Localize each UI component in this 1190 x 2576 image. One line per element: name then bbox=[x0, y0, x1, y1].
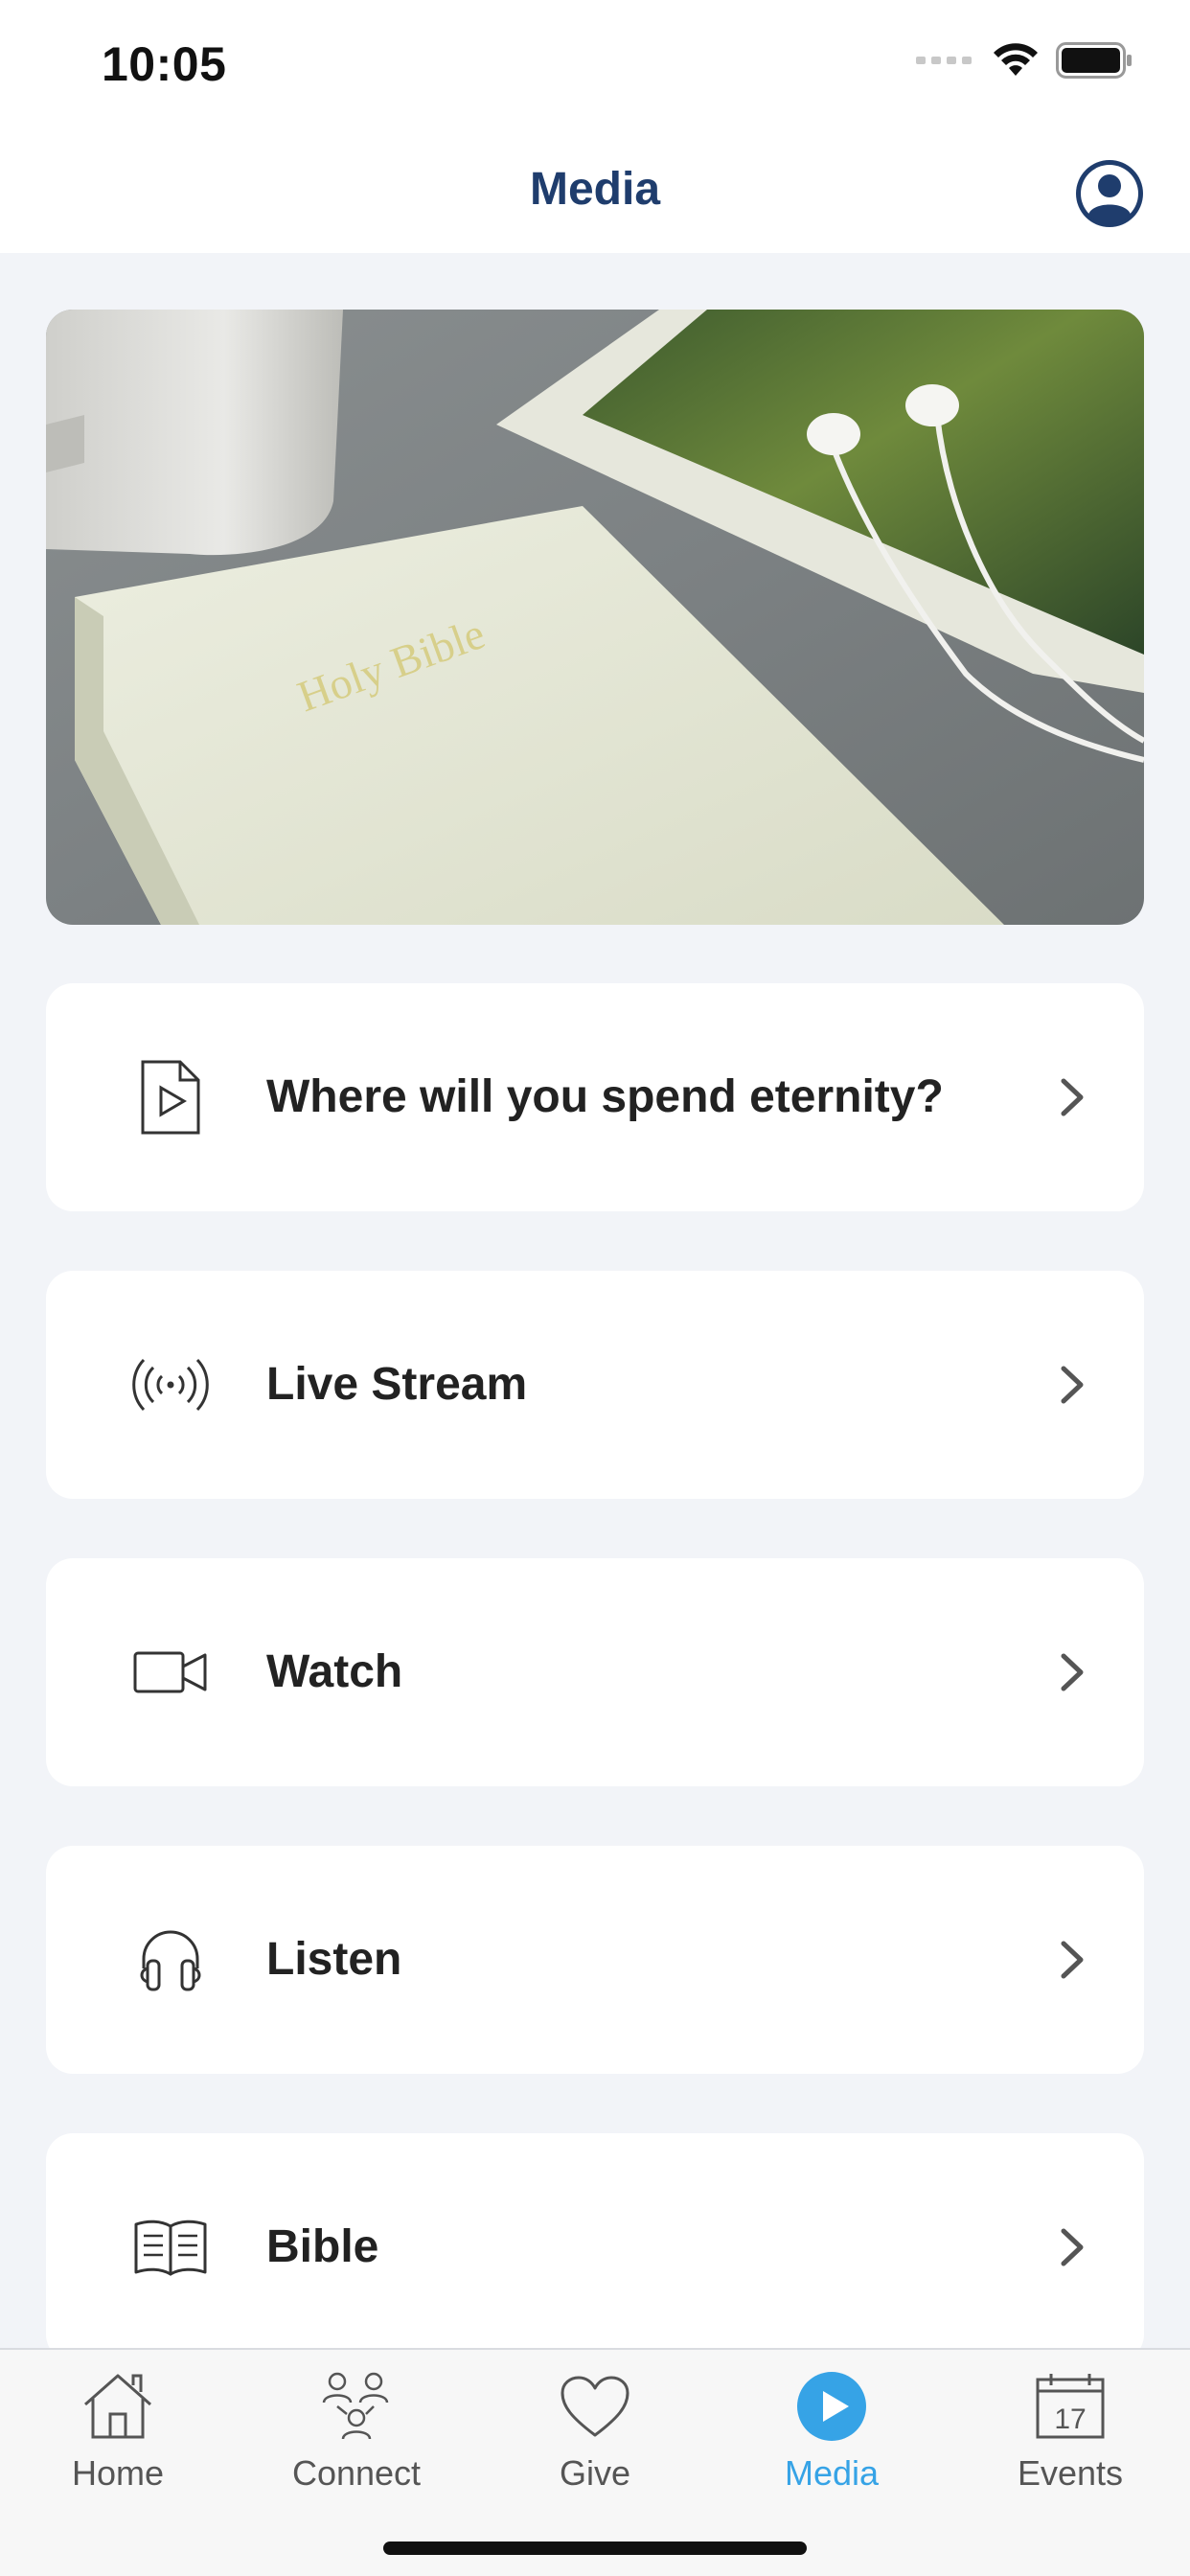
tab-label: Media bbox=[784, 2453, 880, 2493]
chevron-right-icon bbox=[1048, 1936, 1096, 1984]
chevron-right-icon bbox=[1048, 1648, 1096, 1696]
headphones-icon bbox=[123, 1912, 218, 2008]
tab-label: Give bbox=[559, 2453, 631, 2493]
calendar-icon: 17 bbox=[1027, 2363, 1113, 2450]
play-circle-icon bbox=[789, 2363, 875, 2450]
menu-item-live-stream[interactable]: Live Stream bbox=[46, 1271, 1144, 1499]
hero-image: Holy Bible bbox=[46, 310, 1144, 925]
bible-tablet-photo: Holy Bible bbox=[46, 310, 1144, 925]
video-camera-icon bbox=[123, 1624, 218, 1720]
broadcast-icon bbox=[123, 1337, 218, 1433]
status-icons bbox=[916, 42, 1133, 79]
status-bar: 10:05 bbox=[0, 0, 1190, 134]
tab-events[interactable]: 17 Events bbox=[974, 2350, 1166, 2494]
calendar-date: 17 bbox=[1054, 2404, 1087, 2435]
tab-media[interactable]: Media bbox=[736, 2350, 927, 2494]
people-icon bbox=[313, 2363, 400, 2450]
menu-item-label: Watch bbox=[266, 1646, 403, 1697]
open-book-icon bbox=[123, 2199, 218, 2295]
menu-item-watch[interactable]: Watch bbox=[46, 1558, 1144, 1786]
home-indicator[interactable] bbox=[383, 2542, 807, 2555]
tab-connect[interactable]: Connect bbox=[261, 2350, 452, 2494]
chevron-right-icon bbox=[1048, 1073, 1096, 1121]
status-time: 10:05 bbox=[102, 37, 227, 91]
menu-item-label: Listen bbox=[266, 1934, 402, 1985]
tab-give[interactable]: Give bbox=[499, 2350, 691, 2494]
navigation-header: Media bbox=[0, 134, 1190, 253]
profile-button[interactable] bbox=[1075, 159, 1144, 228]
heart-icon bbox=[552, 2363, 638, 2450]
menu-item-listen[interactable]: Listen bbox=[46, 1846, 1144, 2074]
tab-label: Connect bbox=[291, 2453, 422, 2493]
tab-label: Events bbox=[1017, 2453, 1124, 2493]
user-avatar-icon bbox=[1076, 160, 1143, 227]
tab-label: Home bbox=[71, 2453, 165, 2493]
chevron-right-icon bbox=[1048, 1361, 1096, 1409]
menu-item-eternity[interactable]: Where will you spend eternity? bbox=[46, 983, 1144, 1211]
chevron-right-icon bbox=[1048, 2223, 1096, 2271]
menu-item-label: Bible bbox=[266, 2221, 379, 2272]
menu-item-bible[interactable]: Bible bbox=[46, 2133, 1144, 2361]
media-screen: 10:05 Media Holy Bible Where will you sp… bbox=[0, 0, 1190, 2576]
menu-item-label: Where will you spend eternity? bbox=[266, 1071, 944, 1122]
menu-item-label: Live Stream bbox=[266, 1359, 528, 1410]
document-play-icon bbox=[123, 1049, 218, 1145]
home-icon bbox=[75, 2363, 161, 2450]
tab-home[interactable]: Home bbox=[22, 2350, 214, 2494]
page-title: Media bbox=[529, 164, 661, 215]
cellular-signal-icon bbox=[916, 57, 972, 64]
wifi-icon bbox=[994, 43, 1038, 76]
battery-icon bbox=[1056, 42, 1132, 79]
